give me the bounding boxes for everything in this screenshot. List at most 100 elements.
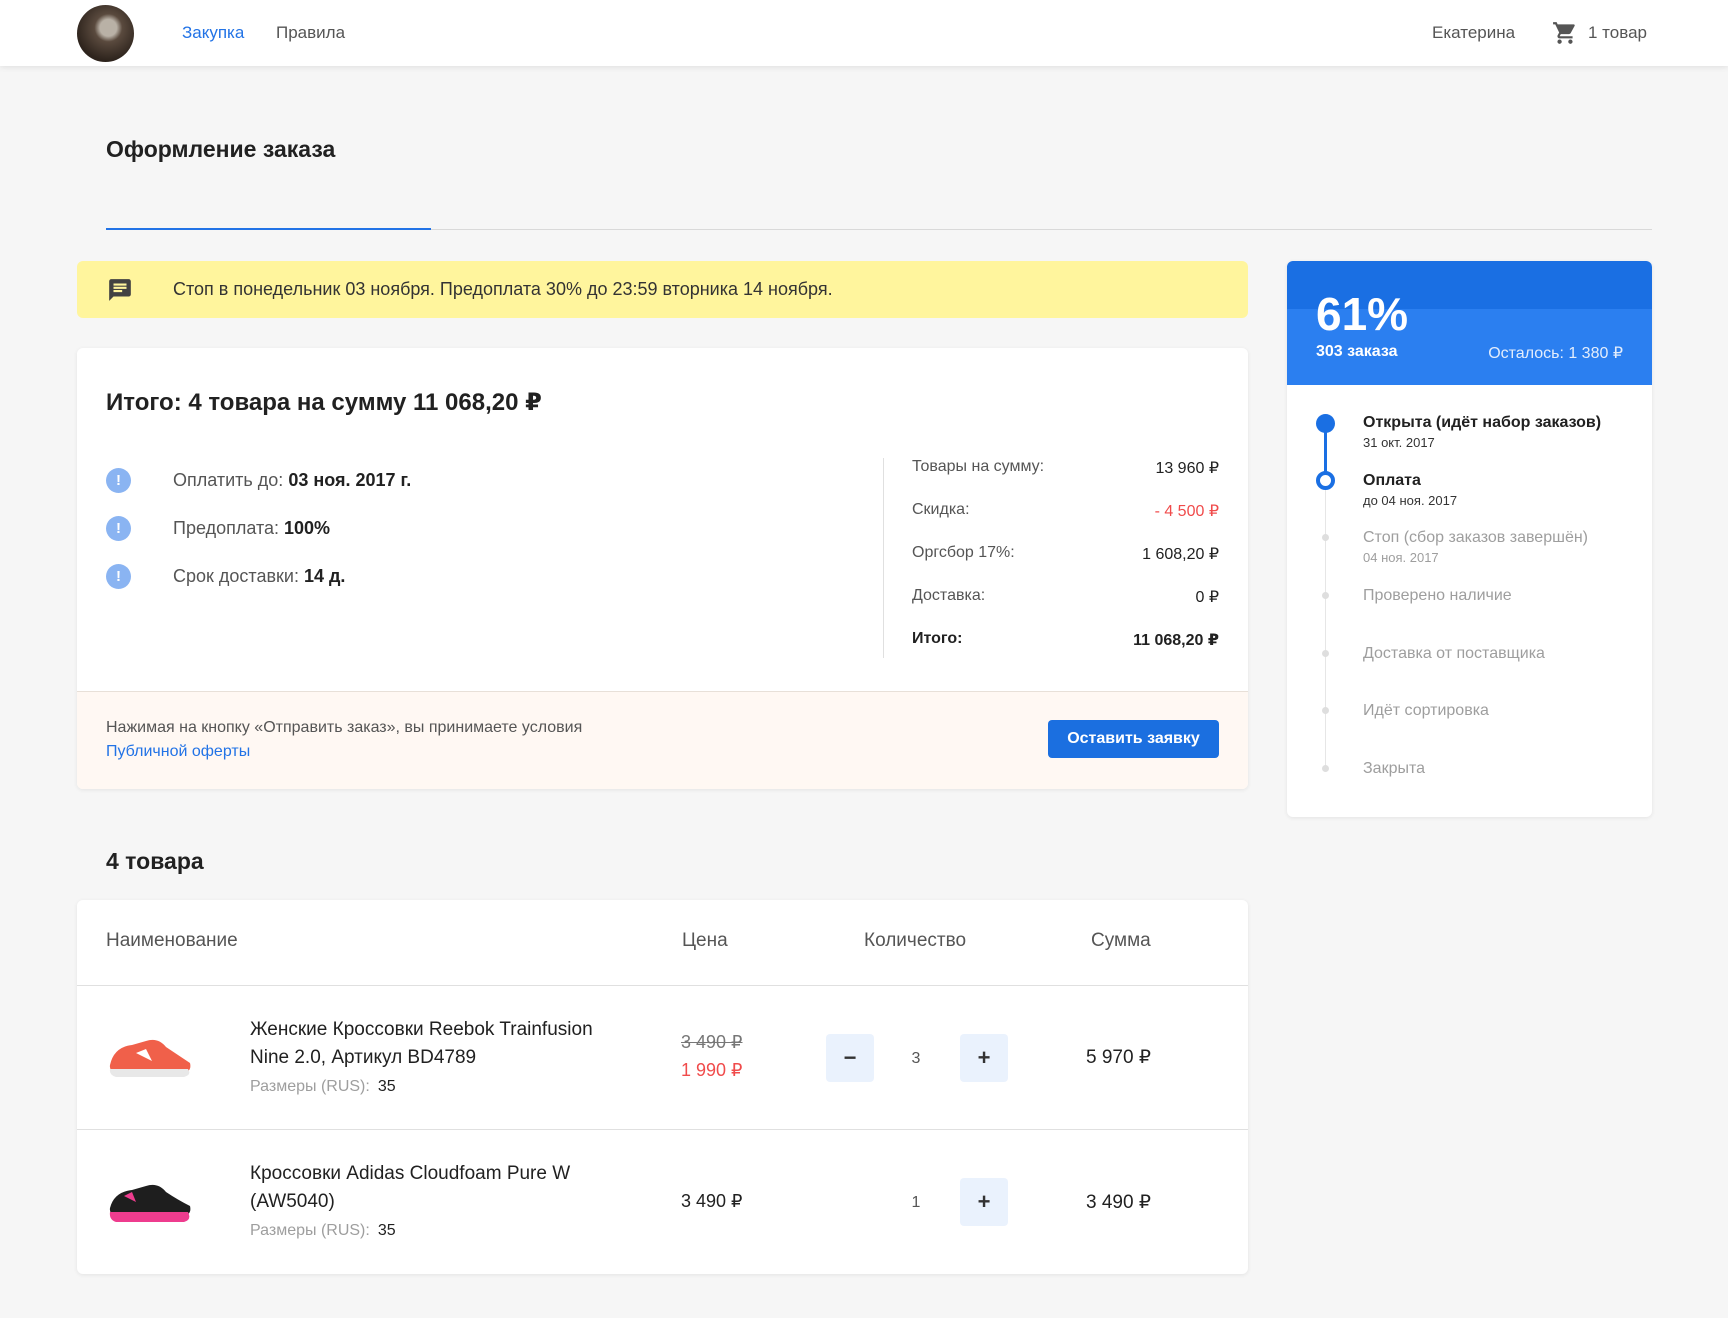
progress-percent: 61% xyxy=(1316,288,1409,340)
items-title: 4 товара xyxy=(106,848,204,874)
step-dot xyxy=(1322,650,1329,657)
decrease-quantity-button[interactable]: − xyxy=(826,1034,874,1082)
step-dot xyxy=(1322,534,1329,541)
increase-quantity-button[interactable]: + xyxy=(960,1034,1008,1082)
step-title: Открыта (идёт набор заказов) xyxy=(1363,414,1602,431)
order-summary-card: Итого: 4 товара на сумму 11 068,20 ₽ ! О… xyxy=(77,348,1248,789)
cost-value: 0 ₽ xyxy=(1195,589,1219,606)
table-divider xyxy=(77,1129,1248,1130)
cost-label: Оргсбор 17%: xyxy=(912,544,1015,561)
info-label: Предоплата: xyxy=(173,518,279,538)
info-pay-until: ! Оплатить до: 03 ноя. 2017 г. xyxy=(106,468,411,493)
cost-label: Товары на сумму: xyxy=(912,458,1045,475)
orders-count: 303 заказа xyxy=(1316,343,1398,360)
step-date: 04 ноя. 2017 xyxy=(1363,550,1439,565)
submit-order-button[interactable]: Оставить заявку xyxy=(1048,720,1219,758)
step-title: Стоп (сбор заказов завершён) xyxy=(1363,529,1588,546)
info-value: 03 ноя. 2017 г. xyxy=(288,470,412,490)
avatar[interactable] xyxy=(77,5,134,62)
user-name[interactable]: Екатерина xyxy=(1432,23,1515,43)
summary-divider xyxy=(883,458,884,658)
progress-header: 61% 303 заказа Осталось: 1 380 ₽ xyxy=(1287,261,1652,385)
cost-value: - 4 500 ₽ xyxy=(1154,503,1219,520)
public-offer-link[interactable]: Публичной оферты xyxy=(106,743,250,760)
step-title: Закрыта xyxy=(1363,760,1426,777)
info-value: 100% xyxy=(284,518,331,538)
cart-count: 1 товар xyxy=(1588,23,1647,42)
cost-label: Скидка: xyxy=(912,501,970,518)
size-label: Размеры (RUS): xyxy=(250,1222,370,1239)
product-size: Размеры (RUS): 35 xyxy=(250,1222,396,1240)
nav-link-purchase[interactable]: Закупка xyxy=(182,23,244,43)
cost-row-fee: Оргсбор 17%: 1 608,20 ₽ xyxy=(912,544,1219,564)
cost-row-total: Итого: 11 068,20 ₽ xyxy=(912,630,1219,650)
info-label: Срок доставки: xyxy=(173,566,299,586)
info-icon: ! xyxy=(106,516,131,541)
column-header-quantity: Количество xyxy=(864,930,967,951)
cost-row-goods: Товары на сумму: 13 960 ₽ xyxy=(912,458,1219,478)
step-dot xyxy=(1322,707,1329,714)
step-payment: Оплата до 04 ноя. 2017 xyxy=(1363,472,1457,508)
step-checked: Проверено наличие xyxy=(1363,587,1512,605)
summary-footer: Нажимая на кнопку «Отправить заказ», вы … xyxy=(77,691,1248,789)
quantity-value: 1 xyxy=(911,1194,921,1211)
step-date: 31 окт. 2017 xyxy=(1363,435,1435,450)
product-name[interactable]: Женские Кроссовки Reebok Trainfusion Nin… xyxy=(250,1016,620,1072)
product-size: Размеры (RUS): 35 xyxy=(250,1078,396,1096)
purchase-status-card: 61% 303 заказа Осталось: 1 380 ₽ Открыта… xyxy=(1287,261,1652,817)
remaining-amount: Осталось: 1 380 ₽ xyxy=(1488,345,1623,362)
size-value: 35 xyxy=(377,1078,396,1095)
cost-value: 1 608,20 ₽ xyxy=(1142,546,1219,563)
step-date: до 04 ноя. 2017 xyxy=(1363,493,1458,508)
step-open: Открыта (идёт набор заказов) 31 окт. 201… xyxy=(1363,414,1601,450)
step-title: Идёт сортировка xyxy=(1363,702,1489,719)
message-icon xyxy=(109,279,131,301)
column-header-name: Наименование xyxy=(106,930,238,951)
step-dot-current xyxy=(1316,471,1335,490)
product-image[interactable] xyxy=(106,1170,193,1230)
summary-title: Итого: 4 товара на сумму 11 068,20 ₽ xyxy=(106,389,542,416)
cart-button[interactable]: 1 товар xyxy=(1552,20,1647,46)
cost-label: Итого: xyxy=(912,630,963,647)
column-header-price: Цена xyxy=(682,930,728,951)
tab-active-indicator xyxy=(106,228,431,230)
step-title: Проверено наличие xyxy=(1363,587,1512,604)
info-delivery-term: ! Срок доставки: 14 д. xyxy=(106,564,345,589)
quantity-value: 3 xyxy=(911,1050,921,1067)
size-value: 35 xyxy=(377,1222,396,1239)
items-table: Наименование Цена Количество Сумма Женск… xyxy=(77,900,1248,1274)
notice-text: Стоп в понедельник 03 ноября. Предоплата… xyxy=(173,279,833,299)
shopping-cart-icon xyxy=(1553,22,1575,44)
sale-price: 1 990 ₽ xyxy=(681,1060,743,1080)
product-image[interactable] xyxy=(106,1025,193,1085)
cost-row-delivery: Доставка: 0 ₽ xyxy=(912,587,1219,607)
old-price: 3 490 ₽ xyxy=(681,1032,743,1052)
step-closed: Закрыта xyxy=(1363,760,1425,778)
cost-value: 13 960 ₽ xyxy=(1155,460,1219,477)
info-value: 14 д. xyxy=(303,566,346,586)
step-sorting: Идёт сортировка xyxy=(1363,702,1489,720)
increase-quantity-button[interactable]: + xyxy=(960,1178,1008,1226)
terms-text: Нажимая на кнопку «Отправить заказ», вы … xyxy=(106,716,626,764)
page-title: Оформление заказа xyxy=(106,136,336,162)
cost-label: Доставка: xyxy=(912,587,986,604)
top-bar: Закупка Правила Екатерина 1 товар xyxy=(0,0,1728,66)
row-sum: 3 490 ₽ xyxy=(1086,1192,1151,1213)
step-stop: Стоп (сбор заказов завершён) 04 ноя. 201… xyxy=(1363,529,1588,565)
step-dot xyxy=(1322,592,1329,599)
step-title: Оплата xyxy=(1363,472,1421,489)
info-prepayment: ! Предоплата: 100% xyxy=(106,516,330,541)
nav-link-rules[interactable]: Правила xyxy=(276,23,345,43)
cost-row-discount: Скидка: - 4 500 ₽ xyxy=(912,501,1219,521)
step-dot-done xyxy=(1316,414,1335,433)
size-label: Размеры (RUS): xyxy=(250,1078,370,1095)
product-name[interactable]: Кроссовки Adidas Cloudfoam Pure W (AW504… xyxy=(250,1160,620,1216)
table-divider xyxy=(77,985,1248,986)
step-delivery: Доставка от поставщика xyxy=(1363,645,1545,663)
info-icon: ! xyxy=(106,468,131,493)
cost-value: 11 068,20 ₽ xyxy=(1133,632,1219,649)
step-dot xyxy=(1322,765,1329,772)
price: 3 490 ₽ xyxy=(681,1191,743,1211)
info-icon: ! xyxy=(106,564,131,589)
step-title: Доставка от поставщика xyxy=(1363,645,1545,662)
